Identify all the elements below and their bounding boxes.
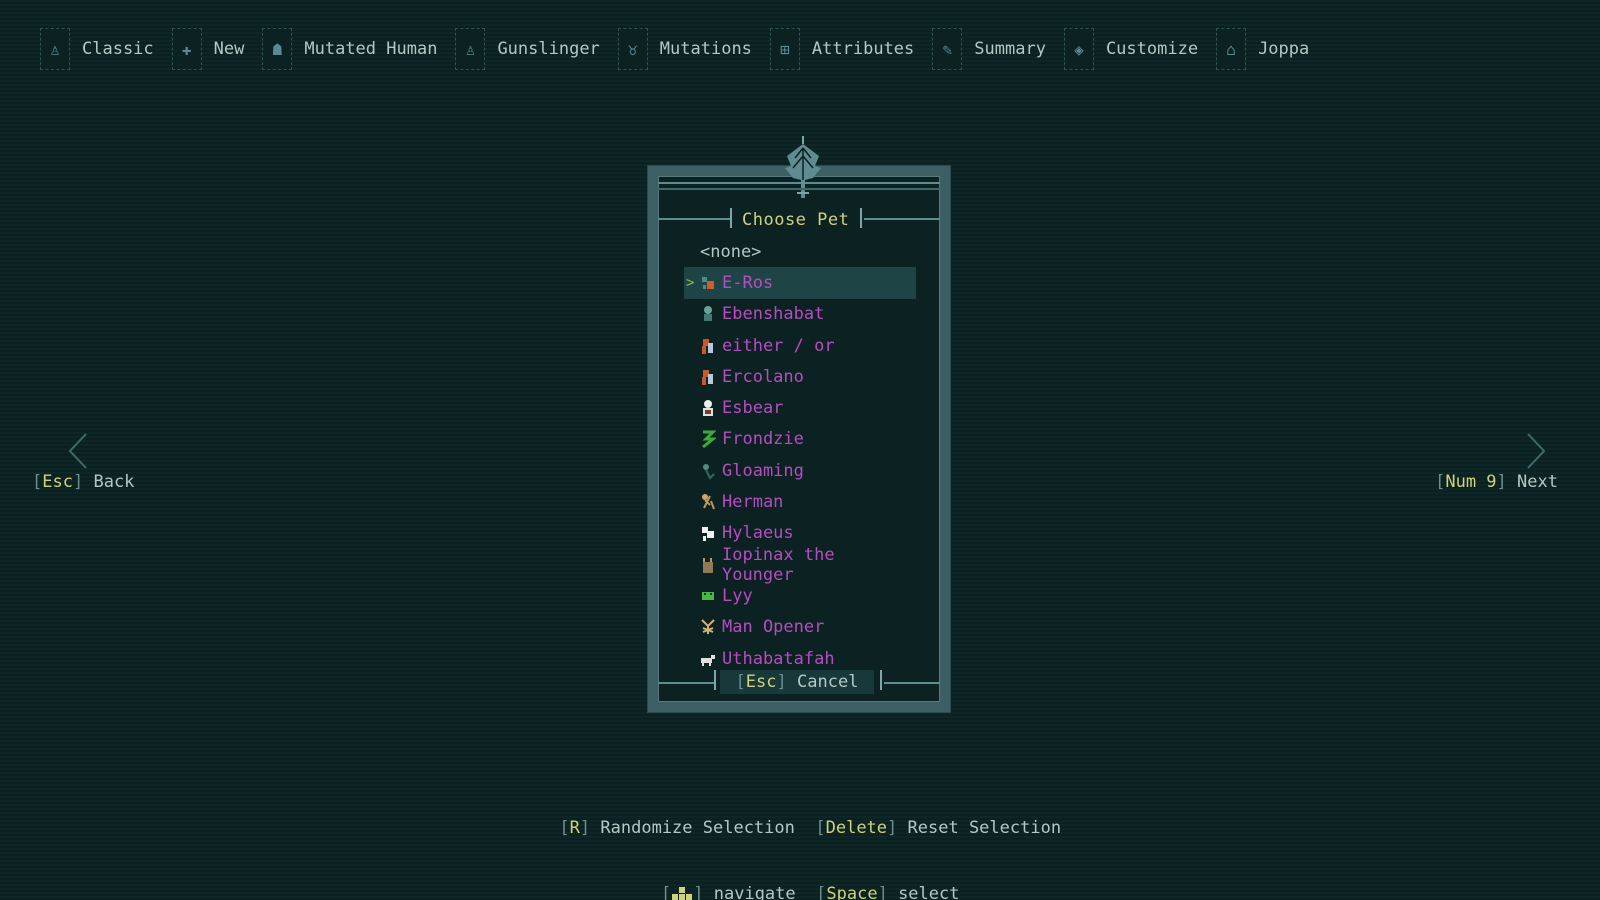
classic-figure-icon: ♙ [40,28,70,70]
summary-icon: ✎ [932,28,963,70]
tab-joppa[interactable]: ⌂ Joppa [1216,28,1309,70]
tab-label: Attributes [811,39,915,59]
divider [658,182,940,184]
divider [714,670,716,690]
cancel-button[interactable]: [Esc] Cancel [720,670,874,694]
pet-option[interactable]: Iopinax the Younger [684,545,916,585]
attributes-icon: ⊞ [769,28,800,70]
dialog-title: Choose Pet [742,210,850,230]
joppa-icon: ⌂ [1216,28,1247,70]
divider [864,218,940,220]
tab-gunslinger[interactable]: ♙ Gunslinger [455,28,600,70]
pet-option[interactable]: Herman [684,486,916,517]
option-label: <none> [700,241,762,262]
pet-option[interactable]: either / or [684,330,916,361]
tab-mutated-human[interactable]: ☗ Mutated Human [262,28,437,70]
divider [658,218,730,220]
pet-name: Esbear [722,398,784,419]
control-hints: [] navigate [Space] select [0,864,1600,900]
herman-icon [702,494,715,510]
ebenshabat-icon [704,306,712,322]
choose-pet-dialog: Choose Pet <none> > E-Ros Ebenshabat eit… [648,136,950,712]
ercolano-icon [702,369,713,385]
pet-name: either / or [722,335,835,356]
pet-name: Ercolano [722,366,804,387]
pet-name: Man Opener [722,617,825,638]
uthabatafah-icon [701,654,715,666]
pet-option[interactable]: Ercolano [684,361,916,392]
pet-name: Lyy [722,585,753,606]
gloaming-icon [703,463,715,480]
tab-label: Customize [1105,39,1199,59]
pet-option[interactable]: Gloaming [684,455,916,486]
plus-icon: ✚ [171,28,202,70]
selection-cursor: > [686,274,695,291]
mutations-icon: ♉ [617,28,648,70]
hylaeus-icon [702,527,714,542]
pet-option[interactable]: Frondzie [684,424,916,455]
next-button[interactable]: [Num 9] Next [1435,432,1558,492]
divider [884,682,940,684]
pet-option[interactable]: Ebenshabat [684,299,916,330]
pet-name: Hylaeus [722,523,794,544]
navigate-hint: [] navigate [661,884,796,900]
man-opener-icon [701,619,715,635]
pet-name: Iopinax the Younger [721,544,835,585]
tab-customize[interactable]: ◈ Customize [1063,28,1199,70]
selection-hints: [R] Randomize Selection [Delete] Reset S… [0,798,1600,838]
e-ros-icon [702,276,714,289]
pet-option[interactable]: Esbear [684,392,916,423]
tab-label: Classic [82,39,154,59]
divider [730,208,732,228]
chevron-left-icon [68,433,87,469]
pet-option[interactable]: > E-Ros [684,267,916,299]
lyy-icon [702,591,714,600]
dialog-footer: [Esc] Cancel [658,670,940,694]
arrow-keys-icon [672,887,693,900]
reset-selection-button[interactable]: [Delete] Reset Selection [815,818,1061,838]
tree-ornament-icon [785,136,821,198]
pet-name: Ebenshabat [722,304,825,325]
back-label: [Esc] Back [32,472,135,492]
customize-icon: ◈ [1063,28,1094,70]
back-button[interactable]: [Esc] Back [32,432,134,492]
tab-summary[interactable]: ✎ Summary [932,28,1046,70]
iopinax-icon [702,557,713,573]
pet-name: Gloaming [722,460,804,481]
pet-option[interactable]: Man Opener [684,612,916,643]
dialog-header: Choose Pet [658,208,940,232]
pet-name: Herman [722,492,784,513]
tab-mutations[interactable]: ♉ Mutations [617,28,752,70]
divider [658,188,940,190]
tab-classic[interactable]: ♙ Classic [40,28,154,70]
randomize-selection-button[interactable]: [R] Randomize Selection [559,818,794,838]
esbear-icon [703,400,713,417]
pet-list: <none> > E-Ros Ebenshabat either / or Er… [684,236,916,674]
tab-label: Mutations [659,39,752,59]
character-creation-tabs: ♙ Classic ✚ New ☗ Mutated Human ♙ Gunsli… [40,26,1327,72]
divider [658,682,714,684]
mutated-human-icon: ☗ [262,28,293,70]
tab-label: Mutated Human [304,39,438,59]
select-hint[interactable]: [Space] select [816,884,959,900]
tab-label: Joppa [1258,39,1310,59]
tab-new[interactable]: ✚ New [171,28,245,70]
pet-option[interactable]: Lyy [684,580,916,611]
chevron-right-icon [1527,433,1546,469]
frondzie-icon [702,430,716,449]
tab-attributes[interactable]: ⊞ Attributes [769,28,915,70]
gunslinger-icon: ♙ [455,28,486,70]
pet-name: Frondzie [722,429,804,450]
divider [880,670,882,690]
pet-option-none[interactable]: <none> [684,236,916,267]
pet-name: E-Ros [722,272,774,293]
divider [860,208,862,228]
either-or-icon [702,338,713,354]
tab-label: Gunslinger [497,39,600,59]
tab-label: Summary [974,39,1046,59]
next-label: [Num 9] Next [1435,472,1558,492]
pet-name: Uthabatafah [722,648,835,669]
tab-label: New [213,39,245,59]
